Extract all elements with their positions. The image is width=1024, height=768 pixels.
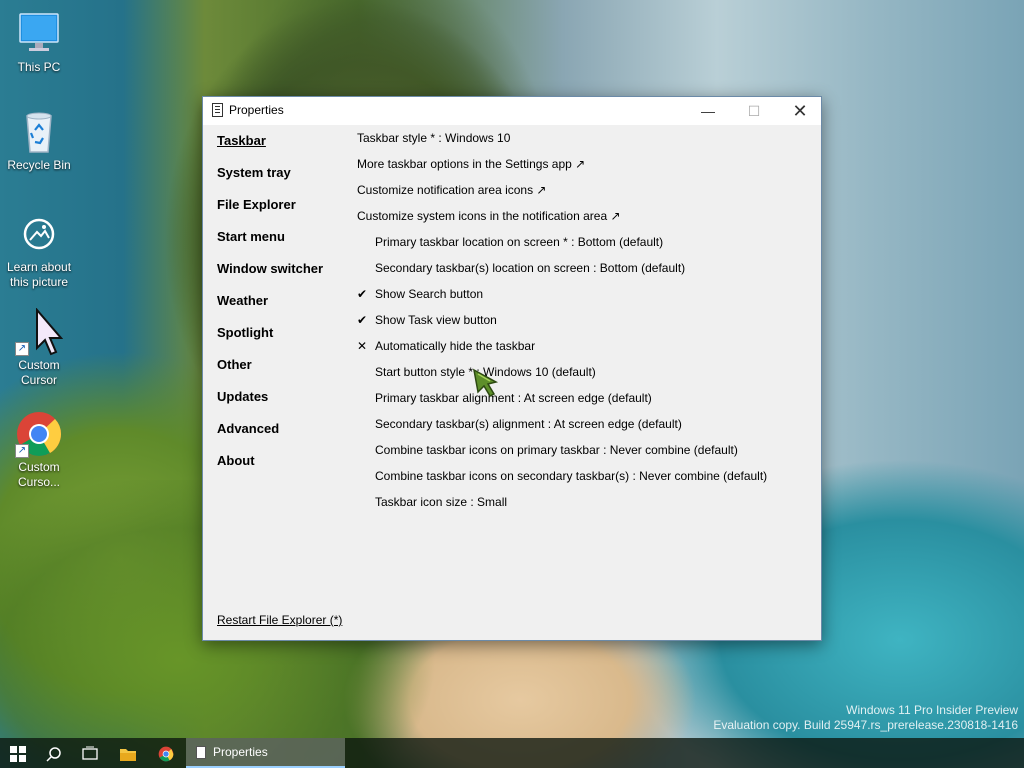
cursor-arrow-icon: ↗ — [15, 307, 64, 356]
nav-item-advanced[interactable]: Advanced — [217, 421, 347, 453]
desktop-icon-learn-about-picture[interactable]: Learn about this picture — [1, 210, 77, 290]
file-explorer-button[interactable] — [110, 738, 146, 768]
mouse-cursor-icon — [470, 366, 502, 398]
option-combine-secondary[interactable]: Combine taskbar icons on secondary taskb… — [357, 467, 807, 493]
task-view-button[interactable] — [72, 738, 108, 768]
nav-item-file-explorer[interactable]: File Explorer — [217, 197, 347, 229]
desktop-icon-label: This PC — [17, 60, 61, 74]
option-notification-icons-link[interactable]: Customize notification area icons ↗ — [357, 181, 807, 207]
taskbar-options-list: Taskbar style * : Windows 10 More taskba… — [357, 129, 807, 519]
minimize-button[interactable]: — — [685, 97, 731, 125]
option-combine-primary[interactable]: Combine taskbar icons on primary taskbar… — [357, 441, 807, 467]
search-icon — [46, 747, 61, 762]
task-view-icon — [82, 746, 98, 760]
chrome-icon — [158, 746, 174, 762]
desktop-icon-custom-cursor[interactable]: ↗ Custom Cursor — [1, 307, 77, 388]
option-secondary-location[interactable]: Secondary taskbar(s) location on screen … — [357, 259, 807, 285]
file-explorer-icon — [120, 748, 136, 761]
option-show-search[interactable]: ✔ Show Search button — [357, 285, 807, 311]
monitor-icon — [15, 10, 63, 58]
desktop-icon-label: Recycle Bin — [7, 158, 71, 172]
app-icon — [212, 103, 223, 117]
option-show-task-view[interactable]: ✔ Show Task view button — [357, 311, 807, 337]
option-system-icons-link[interactable]: Customize system icons in the notificati… — [357, 207, 807, 233]
window-title: Properties — [229, 103, 284, 117]
taskbar: Properties — [0, 738, 1024, 768]
taskbar-app-properties[interactable]: Properties — [186, 738, 345, 768]
watermark-line-1: Windows 11 Pro Insider Preview — [846, 703, 1018, 717]
recycle-bin-icon — [15, 108, 63, 156]
window-titlebar[interactable]: Properties — ☐ ✕ — [203, 97, 821, 125]
option-auto-hide[interactable]: ✕ Automatically hide the taskbar — [357, 337, 807, 363]
desktop-icon-label: Learn about this picture — [6, 260, 72, 289]
nav-item-start-menu[interactable]: Start menu — [217, 229, 347, 261]
taskbar-app-label: Properties — [213, 745, 268, 759]
app-icon — [196, 746, 206, 759]
option-settings-app-link[interactable]: More taskbar options in the Settings app… — [357, 155, 807, 181]
properties-window: Properties — ☐ ✕ Taskbar System tray Fil… — [202, 96, 822, 641]
close-button[interactable]: ✕ — [777, 97, 823, 125]
shortcut-arrow-icon: ↗ — [15, 444, 29, 458]
desktop-icon-custom-cursor-2[interactable]: ↗ Custom Curso... — [1, 410, 77, 490]
option-start-button-style[interactable]: Start button style * : Windows 10 (defau… — [357, 363, 807, 389]
windows-start-icon — [10, 745, 26, 762]
checkmark-icon: ✔ — [357, 287, 368, 301]
os-watermark: Windows 11 Pro Insider Preview Evaluatio… — [713, 703, 1018, 733]
option-taskbar-style[interactable]: Taskbar style * : Windows 10 — [357, 129, 807, 155]
checkmark-icon: ✔ — [357, 313, 368, 327]
settings-nav: Taskbar System tray File Explorer Start … — [217, 133, 347, 485]
nav-item-updates[interactable]: Updates — [217, 389, 347, 421]
desktop-icon-this-pc[interactable]: This PC — [1, 10, 77, 75]
chrome-taskbar-button[interactable] — [148, 738, 184, 768]
restart-explorer-link[interactable]: Restart File Explorer (*) — [217, 613, 342, 627]
option-icon-size[interactable]: Taskbar icon size : Small — [357, 493, 807, 519]
nav-item-taskbar[interactable]: Taskbar — [217, 133, 347, 165]
start-button[interactable] — [0, 738, 36, 768]
watermark-line-2: Evaluation copy. Build 25947.rs_prerelea… — [713, 718, 1018, 732]
chrome-icon: ↗ — [15, 410, 63, 458]
desktop-icon-label: Custom Cursor — [18, 358, 60, 387]
nav-item-other[interactable]: Other — [217, 357, 347, 389]
info-camera-icon — [15, 210, 63, 258]
nav-item-weather[interactable]: Weather — [217, 293, 347, 325]
search-button[interactable] — [36, 738, 72, 768]
nav-item-about[interactable]: About — [217, 453, 347, 485]
option-primary-alignment[interactable]: Primary taskbar alignment : At screen ed… — [357, 389, 807, 415]
cross-mark-icon: ✕ — [357, 339, 368, 353]
nav-item-spotlight[interactable]: Spotlight — [217, 325, 347, 357]
maximize-button[interactable]: ☐ — [731, 97, 777, 125]
desktop-icon-label: Custom Curso... — [17, 460, 60, 489]
desktop-icon-recycle-bin[interactable]: Recycle Bin — [1, 108, 77, 173]
option-primary-location[interactable]: Primary taskbar location on screen * : B… — [357, 233, 807, 259]
nav-item-window-switcher[interactable]: Window switcher — [217, 261, 347, 293]
shortcut-arrow-icon: ↗ — [15, 342, 29, 356]
nav-item-system-tray[interactable]: System tray — [217, 165, 347, 197]
option-secondary-alignment[interactable]: Secondary taskbar(s) alignment : At scre… — [357, 415, 807, 441]
